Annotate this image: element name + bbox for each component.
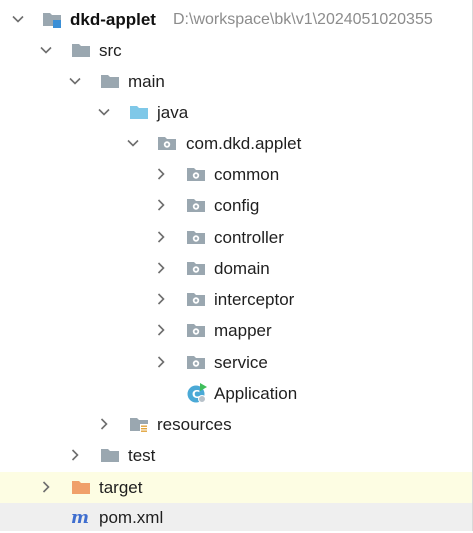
chevron-down-icon[interactable]	[38, 42, 54, 58]
project-tree: dkd-applet D:\workspace\bk\v1\2024051020…	[0, 0, 473, 531]
tree-node-label: controller	[214, 228, 284, 247]
chevron-right-icon[interactable]	[153, 291, 169, 307]
tree-node-label: resources	[157, 415, 232, 434]
tree-node-label: domain	[214, 259, 270, 278]
chevron-right-icon[interactable]	[153, 197, 169, 213]
spring-application-class-icon: C	[187, 383, 207, 403]
tree-node-label: target	[99, 478, 143, 497]
tree-node-label: service	[214, 353, 268, 372]
chevron-right-icon[interactable]	[67, 447, 83, 463]
folder-icon	[101, 75, 119, 88]
tree-node-label: dkd-applet	[70, 10, 156, 29]
package-icon	[187, 356, 205, 369]
tree-node-resources[interactable]: resources	[0, 409, 472, 440]
tree-node-label: config	[214, 196, 260, 215]
module-folder-icon	[43, 13, 61, 28]
chevron-down-icon[interactable]	[125, 135, 141, 151]
package-icon	[187, 199, 205, 212]
package-icon	[187, 231, 205, 244]
tree-node-label: Application	[214, 384, 298, 403]
package-icon	[187, 168, 205, 181]
chevron-right-icon[interactable]	[153, 229, 169, 245]
package-icon	[187, 324, 205, 337]
tree-node-label: com.dkd.applet	[186, 134, 302, 153]
chevron-right-icon[interactable]	[153, 322, 169, 338]
tree-node-config[interactable]: config	[0, 190, 472, 221]
chevron-right-icon[interactable]	[153, 354, 169, 370]
tree-node-common[interactable]: common	[0, 159, 472, 190]
tree-node-mapper[interactable]: mapper	[0, 315, 472, 346]
chevron-down-icon[interactable]	[67, 73, 83, 89]
tree-node-label: common	[214, 165, 280, 184]
tree-node-service[interactable]: service	[0, 347, 472, 378]
tree-node-target[interactable]: target	[0, 472, 472, 503]
tree-node-interceptor[interactable]: interceptor	[0, 284, 472, 315]
tree-node-application[interactable]: C Application	[0, 378, 472, 409]
svg-text:m: m	[71, 508, 89, 527]
project-path: D:\workspace\bk\v1\2024051020355	[173, 11, 433, 28]
chevron-right-icon[interactable]	[38, 479, 54, 495]
package-icon	[158, 137, 176, 150]
tree-node-label: pom.xml	[99, 508, 164, 527]
tree-node-java[interactable]: java	[0, 97, 472, 128]
folder-icon	[72, 44, 90, 57]
tree-node-main[interactable]: main	[0, 66, 472, 97]
tree-node-src[interactable]: src	[0, 35, 472, 66]
tree-node-package-root[interactable]: com.dkd.applet	[0, 128, 472, 159]
tree-node-dkd-applet[interactable]: dkd-applet D:\workspace\bk\v1\2024051020…	[0, 4, 472, 35]
package-icon	[187, 293, 205, 306]
tree-node-label: test	[128, 446, 156, 465]
tree-node-domain[interactable]: domain	[0, 253, 472, 284]
folder-icon	[101, 449, 119, 462]
maven-icon: m	[71, 508, 89, 527]
tree-node-label: mapper	[214, 321, 272, 340]
chevron-down-icon[interactable]	[10, 11, 26, 27]
tree-node-label: main	[128, 72, 165, 91]
tree-node-controller[interactable]: controller	[0, 222, 472, 253]
package-icon	[187, 262, 205, 275]
tree-node-label: src	[99, 41, 122, 60]
chevron-right-icon[interactable]	[96, 416, 112, 432]
resources-folder-icon	[130, 418, 148, 433]
tree-node-label: java	[157, 103, 189, 122]
chevron-down-icon[interactable]	[96, 104, 112, 120]
tree-node-pom[interactable]: m pom.xml	[0, 503, 472, 531]
tree-node-test[interactable]: test	[0, 440, 472, 471]
excluded-folder-icon	[72, 481, 90, 494]
chevron-right-icon[interactable]	[153, 166, 169, 182]
chevron-right-icon[interactable]	[153, 260, 169, 276]
tree-node-label: interceptor	[214, 290, 295, 309]
source-root-folder-icon	[130, 106, 148, 119]
